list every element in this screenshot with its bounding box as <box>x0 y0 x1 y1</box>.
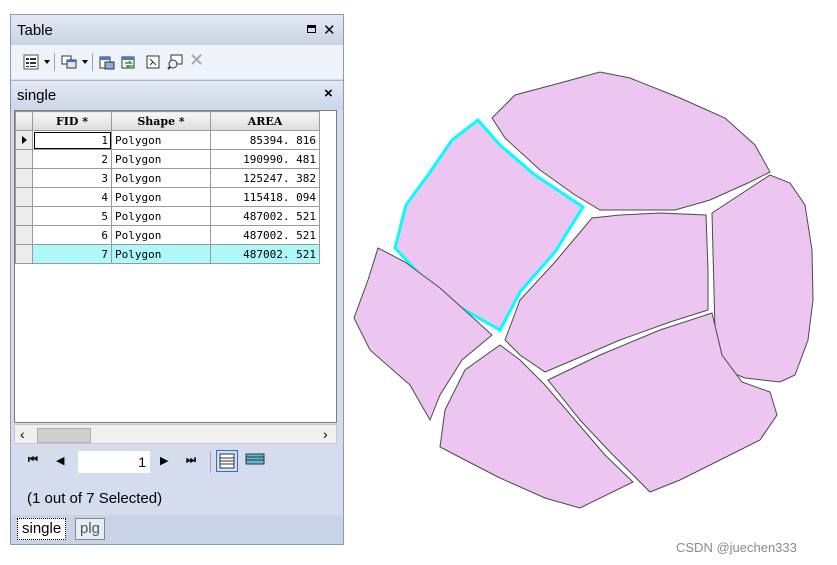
tab-plg[interactable]: plg <box>75 518 106 540</box>
row-selector[interactable] <box>15 149 33 169</box>
row-selector[interactable] <box>15 225 33 245</box>
row-selector[interactable] <box>15 130 33 150</box>
toolbar-separator <box>54 53 55 71</box>
window-title: Table <box>17 22 53 39</box>
switch-selection-icon[interactable] <box>121 54 137 70</box>
selected-table-row[interactable]: 7 Polygon 487002. 521 <box>15 244 320 264</box>
cell-fid[interactable]: 3 <box>32 168 112 188</box>
table-tab-header[interactable]: single × <box>11 80 343 109</box>
scrollbar-thumb[interactable] <box>37 428 91 443</box>
column-header-area[interactable]: AREA <box>210 111 320 131</box>
table-row[interactable]: 2 Polygon 190990. 481 <box>15 149 320 169</box>
cell-area[interactable]: 85394. 816 <box>210 130 320 150</box>
cell-fid[interactable]: 2 <box>32 149 112 169</box>
attribute-table-window: Table ✕ ✕ single × FID * Shape * AREA 1 … <box>10 14 344 545</box>
cell-fid[interactable]: 4 <box>32 187 112 207</box>
current-record-value: 1 <box>138 454 146 470</box>
cell-shape[interactable]: Polygon <box>111 168 211 188</box>
show-all-records-icon[interactable] <box>216 450 238 472</box>
previous-record-icon[interactable]: ◀ <box>56 454 64 467</box>
horizontal-scrollbar[interactable]: ‹ › <box>14 424 337 444</box>
column-header-shape[interactable]: Shape * <box>111 111 211 131</box>
table-toolbar: ✕ <box>11 45 343 79</box>
window-title-bar[interactable]: Table ✕ <box>11 15 343 45</box>
last-record-icon[interactable]: ⏭ <box>186 454 196 467</box>
table-row[interactable]: 1 Polygon 85394. 816 <box>15 130 320 150</box>
table-row[interactable]: 5 Polygon 487002. 521 <box>15 206 320 226</box>
table-row[interactable]: 3 Polygon 125247. 382 <box>15 168 320 188</box>
selection-status: (1 out of 7 Selected) <box>27 490 163 507</box>
row-selector[interactable] <box>15 244 33 264</box>
maximize-icon[interactable] <box>307 25 316 33</box>
polygon-layer <box>353 71 814 509</box>
cell-shape[interactable]: Polygon <box>111 187 211 207</box>
cell-area[interactable]: 125247. 382 <box>210 168 320 188</box>
watermark: CSDN @juechen333 <box>676 540 797 555</box>
table-options-icon[interactable] <box>23 54 39 70</box>
cell-area[interactable]: 487002. 521 <box>210 244 320 264</box>
clear-selection-icon[interactable] <box>145 54 161 70</box>
current-row-arrow-icon <box>22 136 27 144</box>
attribute-table: FID * Shape * AREA 1 Polygon 85394. 816 … <box>15 111 320 264</box>
zoom-to-selected-icon[interactable] <box>167 54 183 70</box>
cell-shape[interactable]: Polygon <box>111 244 211 264</box>
row-selector[interactable] <box>15 187 33 207</box>
chevron-down-icon[interactable] <box>82 60 88 64</box>
column-header-fid[interactable]: FID * <box>32 111 112 131</box>
cell-shape[interactable]: Polygon <box>111 206 211 226</box>
map-polygon-right[interactable] <box>711 174 814 383</box>
toolbar-separator <box>92 53 93 71</box>
table-row[interactable]: 4 Polygon 115418. 094 <box>15 187 320 207</box>
row-selector[interactable] <box>15 168 33 188</box>
cell-shape[interactable]: Polygon <box>111 225 211 245</box>
table-row[interactable]: 6 Polygon 487002. 521 <box>15 225 320 245</box>
cell-shape[interactable]: Polygon <box>111 149 211 169</box>
toolbar-separator <box>210 451 211 473</box>
scroll-left-icon[interactable]: ‹ <box>20 426 25 442</box>
cell-area[interactable]: 190990. 481 <box>210 149 320 169</box>
current-record-field[interactable]: 1 <box>78 451 150 473</box>
cell-fid[interactable]: 1 <box>32 130 112 150</box>
record-navigator: ⏮ ◀ 1 ▶ ⏭ <box>14 448 337 476</box>
related-tables-icon[interactable] <box>61 54 77 70</box>
scroll-right-icon[interactable]: › <box>323 426 328 442</box>
row-selector[interactable] <box>15 206 33 226</box>
cell-fid[interactable]: 5 <box>32 206 112 226</box>
delete-selected-icon[interactable]: ✕ <box>189 50 204 71</box>
tab-single[interactable]: single <box>17 518 67 540</box>
first-record-icon[interactable]: ⏮ <box>28 454 38 467</box>
cell-fid[interactable]: 7 <box>32 244 112 264</box>
cell-area[interactable]: 115418. 094 <box>210 187 320 207</box>
attribute-grid: FID * Shape * AREA 1 Polygon 85394. 816 … <box>14 110 337 423</box>
cell-area[interactable]: 487002. 521 <box>210 225 320 245</box>
table-name: single <box>17 87 57 104</box>
close-tab-icon[interactable]: × <box>324 85 333 102</box>
row-selector-header[interactable] <box>15 111 33 131</box>
cell-shape[interactable]: Polygon <box>111 130 211 150</box>
cell-fid[interactable]: 6 <box>32 225 112 245</box>
close-icon[interactable]: ✕ <box>323 21 336 39</box>
show-selected-records-icon[interactable] <box>244 450 266 472</box>
next-record-icon[interactable]: ▶ <box>160 454 168 467</box>
header-row: FID * Shape * AREA <box>15 111 320 131</box>
select-by-attributes-icon[interactable] <box>99 54 115 70</box>
chevron-down-icon[interactable] <box>44 60 50 64</box>
bottom-table-tabs: single plg <box>11 515 343 544</box>
cell-area[interactable]: 487002. 521 <box>210 206 320 226</box>
